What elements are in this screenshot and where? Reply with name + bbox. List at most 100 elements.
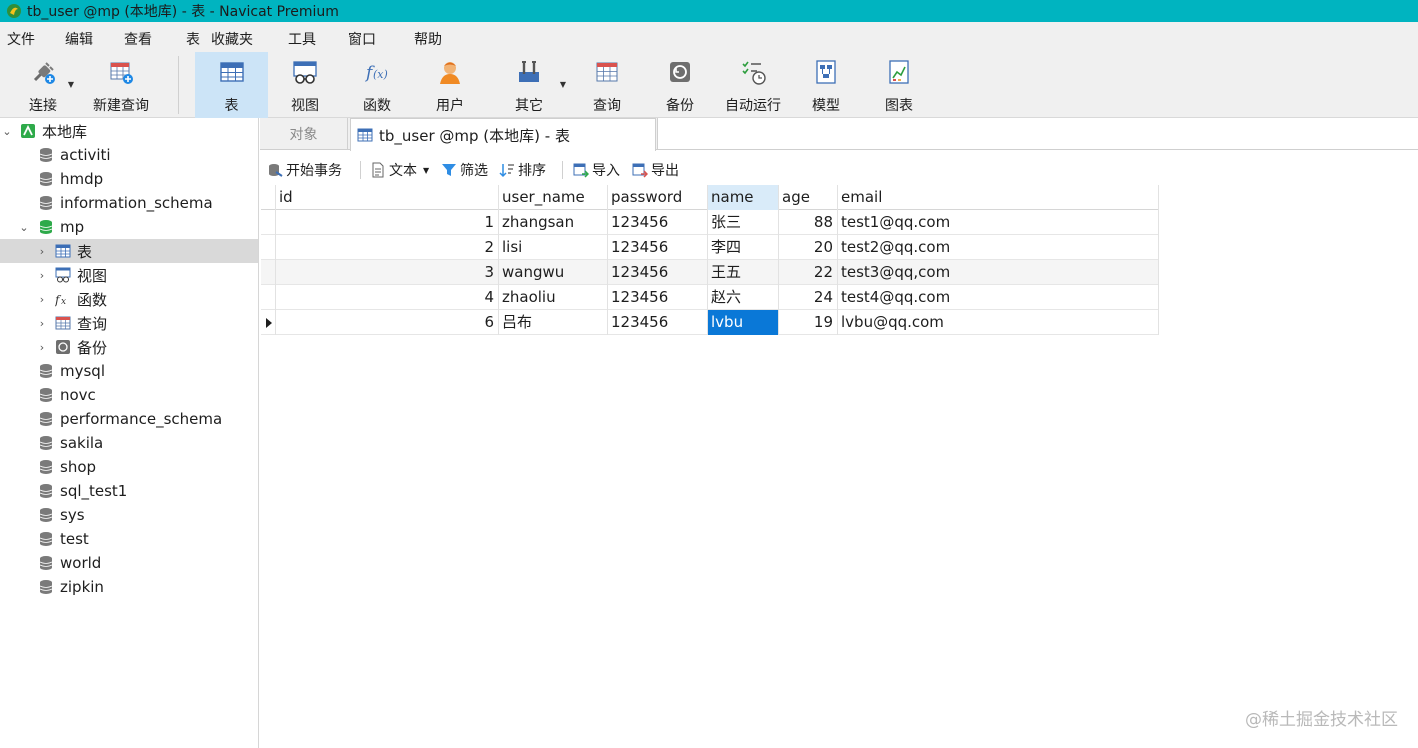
other-dropdown-icon[interactable]: ▼ bbox=[560, 80, 566, 89]
cell-age[interactable]: 19 bbox=[779, 310, 838, 335]
tree-db-novc[interactable]: novc bbox=[0, 383, 258, 407]
chart-button[interactable]: 图表 bbox=[882, 52, 916, 118]
import-button[interactable]: 导入 bbox=[573, 160, 620, 180]
tree-db-sakila[interactable]: sakila bbox=[0, 431, 258, 455]
menu-window[interactable]: 窗口 bbox=[348, 29, 376, 49]
tree-mp-functions[interactable]: › fx 函数 bbox=[0, 287, 258, 311]
tree-db-zipkin[interactable]: zipkin bbox=[0, 575, 258, 599]
tree-db-information-schema[interactable]: information_schema bbox=[0, 191, 258, 215]
cell-id[interactable]: 4 bbox=[276, 285, 499, 310]
cell-name[interactable]: 王五 bbox=[708, 260, 779, 285]
view-button[interactable]: 视图 bbox=[286, 52, 324, 118]
backup-button[interactable]: 备份 bbox=[663, 52, 697, 118]
cell-user-name[interactable]: 吕布 bbox=[499, 310, 608, 335]
cell-id[interactable]: 3 bbox=[276, 260, 499, 285]
row-selector[interactable] bbox=[261, 235, 276, 260]
tree-mp-backups[interactable]: › 备份 bbox=[0, 335, 258, 359]
cell-name[interactable]: 赵六 bbox=[708, 285, 779, 310]
cell-name-selected[interactable]: lvbu bbox=[708, 310, 779, 335]
cell-password[interactable]: 123456 bbox=[608, 310, 708, 335]
cell-user-name[interactable]: lisi bbox=[499, 235, 608, 260]
menu-help[interactable]: 帮助 bbox=[414, 29, 442, 49]
column-header-user-name[interactable]: user_name bbox=[499, 185, 608, 210]
text-button[interactable]: 文本 ▼ bbox=[370, 160, 429, 180]
table-row[interactable]: 2 lisi 123456 李四 20 test2@qq.com bbox=[261, 235, 1159, 260]
tree-db-activiti[interactable]: activiti bbox=[0, 143, 258, 167]
chevron-down-icon[interactable]: ⌄ bbox=[2, 125, 12, 138]
tree-mp-views[interactable]: › 视图 bbox=[0, 263, 258, 287]
row-selector[interactable] bbox=[261, 210, 276, 235]
menu-tools[interactable]: 工具 bbox=[288, 29, 316, 49]
cell-email[interactable]: test2@qq.com bbox=[838, 235, 1159, 260]
tree-db-hmdp[interactable]: hmdp bbox=[0, 167, 258, 191]
column-header-name[interactable]: name bbox=[708, 185, 779, 210]
cell-password[interactable]: 123456 bbox=[608, 235, 708, 260]
cell-user-name[interactable]: zhangsan bbox=[499, 210, 608, 235]
cell-id[interactable]: 2 bbox=[276, 235, 499, 260]
tree-mp-tables[interactable]: › 表 bbox=[0, 239, 258, 263]
new-query-button[interactable]: 新建查询 bbox=[90, 52, 152, 118]
cell-age[interactable]: 88 bbox=[779, 210, 838, 235]
table-row[interactable]: 3 wangwu 123456 王五 22 test3@qq,com bbox=[261, 260, 1159, 285]
sort-button[interactable]: 排序 bbox=[499, 160, 546, 180]
connect-button[interactable]: 连接 ▼ bbox=[22, 52, 74, 118]
table-row[interactable]: 1 zhangsan 123456 张三 88 test1@qq.com bbox=[261, 210, 1159, 235]
table-button[interactable]: 表 bbox=[195, 52, 268, 118]
cell-password[interactable]: 123456 bbox=[608, 285, 708, 310]
menu-edit[interactable]: 编辑 bbox=[65, 29, 93, 49]
tree-db-sql-test1[interactable]: sql_test1 bbox=[0, 479, 258, 503]
tree-db-sys[interactable]: sys bbox=[0, 503, 258, 527]
model-button[interactable]: 模型 bbox=[809, 52, 843, 118]
menu-favorites[interactable]: 收藏夹 bbox=[211, 29, 253, 49]
column-header-password[interactable]: password bbox=[608, 185, 708, 210]
other-button[interactable]: 其它 ▼ bbox=[512, 52, 566, 118]
chevron-down-icon[interactable]: ⌄ bbox=[19, 221, 29, 234]
cell-user-name[interactable]: zhaoliu bbox=[499, 285, 608, 310]
tree-db-mp[interactable]: ⌄ mp bbox=[0, 215, 258, 239]
column-header-id[interactable]: id bbox=[276, 185, 499, 210]
menu-view[interactable]: 查看 bbox=[124, 29, 152, 49]
chevron-right-icon[interactable]: › bbox=[37, 341, 47, 354]
cell-email[interactable]: test1@qq.com bbox=[838, 210, 1159, 235]
tree-connection[interactable]: ⌄ 本地库 bbox=[0, 119, 258, 143]
row-selector[interactable] bbox=[261, 285, 276, 310]
filter-button[interactable]: 筛选 bbox=[441, 160, 488, 180]
function-button[interactable]: f (x) 函数 bbox=[360, 52, 394, 118]
begin-transaction-button[interactable]: 开始事务 bbox=[267, 160, 342, 180]
tree-db-test[interactable]: test bbox=[0, 527, 258, 551]
menu-file[interactable]: 文件 bbox=[7, 29, 35, 49]
row-selector[interactable] bbox=[261, 260, 276, 285]
cell-age[interactable]: 24 bbox=[779, 285, 838, 310]
tree-mp-queries[interactable]: › 查询 bbox=[0, 311, 258, 335]
row-selector[interactable] bbox=[261, 310, 276, 335]
cell-age[interactable]: 20 bbox=[779, 235, 838, 260]
query-button[interactable]: 查询 bbox=[590, 52, 624, 118]
tab-tb-user[interactable]: tb_user @mp (本地库) - 表 bbox=[350, 118, 656, 151]
chevron-right-icon[interactable]: › bbox=[37, 317, 47, 330]
cell-user-name[interactable]: wangwu bbox=[499, 260, 608, 285]
tab-objects[interactable]: 对象 bbox=[260, 118, 348, 150]
cell-password[interactable]: 123456 bbox=[608, 260, 708, 285]
cell-id[interactable]: 6 bbox=[276, 310, 499, 335]
cell-email[interactable]: test3@qq,com bbox=[838, 260, 1159, 285]
cell-age[interactable]: 22 bbox=[779, 260, 838, 285]
connect-dropdown-icon[interactable]: ▼ bbox=[68, 80, 74, 89]
tree-db-mysql[interactable]: mysql bbox=[0, 359, 258, 383]
cell-email[interactable]: lvbu@qq.com bbox=[838, 310, 1159, 335]
export-button[interactable]: 导出 bbox=[632, 160, 679, 180]
tree-db-performance-schema[interactable]: performance_schema bbox=[0, 407, 258, 431]
chevron-right-icon[interactable]: › bbox=[37, 245, 47, 258]
cell-name[interactable]: 张三 bbox=[708, 210, 779, 235]
tree-db-world[interactable]: world bbox=[0, 551, 258, 575]
table-row-current[interactable]: 6 吕布 123456 lvbu 19 lvbu@qq.com bbox=[261, 310, 1159, 335]
table-row[interactable]: 4 zhaoliu 123456 赵六 24 test4@qq.com bbox=[261, 285, 1159, 310]
cell-password[interactable]: 123456 bbox=[608, 210, 708, 235]
cell-email[interactable]: test4@qq.com bbox=[838, 285, 1159, 310]
column-header-email[interactable]: email bbox=[838, 185, 1159, 210]
automation-button[interactable]: 自动运行 bbox=[722, 52, 784, 118]
menu-table[interactable]: 表 bbox=[186, 29, 200, 49]
column-header-age[interactable]: age bbox=[779, 185, 838, 210]
user-button[interactable]: 用户 bbox=[433, 52, 467, 118]
cell-id[interactable]: 1 bbox=[276, 210, 499, 235]
text-dropdown-icon[interactable]: ▼ bbox=[423, 166, 429, 175]
